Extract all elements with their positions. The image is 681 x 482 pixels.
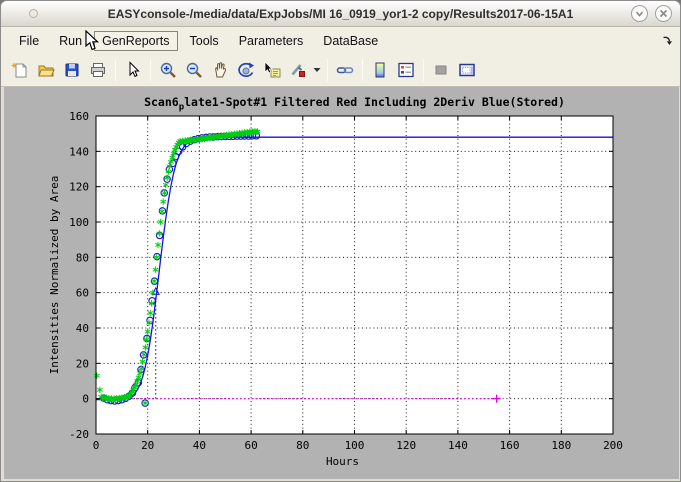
show-plot-tools-button[interactable]	[454, 57, 480, 83]
menu-item-file[interactable]: File	[11, 31, 47, 51]
svg-text:100: 100	[69, 216, 89, 229]
brush-data-button[interactable]	[285, 57, 311, 83]
insert-legend-icon	[397, 61, 415, 79]
print-button[interactable]	[85, 57, 111, 83]
svg-text:40: 40	[193, 439, 206, 452]
minimize-button[interactable]	[631, 5, 648, 22]
print-icon	[89, 61, 107, 79]
pan-button[interactable]	[207, 57, 233, 83]
rotate-3d-button[interactable]	[233, 57, 259, 83]
window-controls	[631, 5, 672, 22]
brush-data-icon	[289, 61, 307, 79]
brush-dropdown-button[interactable]	[311, 57, 323, 83]
menu-item-genreports[interactable]: GenReports	[94, 31, 177, 51]
hide-plot-tools-button[interactable]	[428, 57, 454, 83]
chevron-down-icon	[634, 8, 645, 19]
toolbar-separator	[150, 59, 151, 81]
svg-text:Hours: Hours	[326, 455, 359, 468]
pointer-icon	[124, 61, 142, 79]
menu-item-tools[interactable]: Tools	[182, 31, 227, 51]
menubar: File Run GenReports Tools Parameters Dat…	[1, 27, 680, 54]
data-cursor-button[interactable]	[259, 57, 285, 83]
svg-text:Intensities Normalized by Area: Intensities Normalized by Area	[48, 176, 61, 375]
insert-legend-button[interactable]	[393, 57, 419, 83]
menu-item-database[interactable]: DataBase	[315, 31, 386, 51]
svg-text:120: 120	[69, 181, 89, 194]
new-figure-button[interactable]	[7, 57, 33, 83]
svg-text:0: 0	[93, 439, 100, 452]
svg-text:80: 80	[76, 251, 89, 264]
window-icon	[29, 9, 38, 18]
app-window: EASYconsole-/media/data/ExpJobs/MI 16_09…	[0, 0, 681, 482]
svg-text:180: 180	[551, 439, 571, 452]
svg-text:160: 160	[500, 439, 520, 452]
plot-tools-off-icon	[432, 61, 450, 79]
toolbar-separator	[327, 59, 328, 81]
svg-text:80: 80	[296, 439, 309, 452]
close-icon	[658, 8, 669, 19]
pan-hand-icon	[211, 61, 229, 79]
link-plots-icon	[336, 61, 354, 79]
svg-text:40: 40	[76, 322, 89, 335]
dropdown-caret-icon	[313, 67, 321, 73]
svg-text:0: 0	[82, 393, 89, 406]
svg-text:140: 140	[448, 439, 468, 452]
window-title: EASYconsole-/media/data/ExpJobs/MI 16_09…	[1, 7, 680, 21]
mouse-cursor	[85, 30, 100, 52]
toolbar-separator	[115, 59, 116, 81]
menu-item-parameters[interactable]: Parameters	[231, 31, 312, 51]
zoom-in-button[interactable]	[155, 57, 181, 83]
svg-text:60: 60	[244, 439, 257, 452]
toolbar-separator	[423, 59, 424, 81]
open-file-button[interactable]	[33, 57, 59, 83]
svg-text:-20: -20	[69, 428, 89, 441]
figure-area: Scan6plate1-Spot#1 Filtered Red Includin…	[1, 87, 681, 482]
svg-text:100: 100	[345, 439, 365, 452]
svg-text:160: 160	[69, 110, 89, 123]
data-cursor-icon	[263, 61, 281, 79]
link-plots-button[interactable]	[332, 57, 358, 83]
svg-text:20: 20	[141, 439, 154, 452]
save-icon	[63, 61, 81, 79]
submenu-arrow-icon[interactable]	[661, 34, 673, 49]
zoom-out-button[interactable]	[181, 57, 207, 83]
new-figure-icon	[11, 61, 29, 79]
rotate-3d-icon	[237, 61, 255, 79]
open-folder-icon	[37, 61, 55, 79]
svg-text:200: 200	[603, 439, 623, 452]
plot-canvas[interactable]: 0 20 40 60 80 100 120 140 160 180 200 -20 0 20 40 60 80 1…	[1, 87, 681, 482]
toolbar-separator	[362, 59, 363, 81]
insert-colorbar-icon	[371, 61, 389, 79]
svg-text:20: 20	[76, 357, 89, 370]
close-button[interactable]	[655, 5, 672, 22]
svg-text:120: 120	[396, 439, 416, 452]
svg-text:60: 60	[76, 287, 89, 300]
plot-tools-dock-icon	[458, 61, 476, 79]
insert-colorbar-button[interactable]	[367, 57, 393, 83]
edit-pointer-button[interactable]	[120, 57, 146, 83]
toolbar	[1, 54, 680, 87]
zoom-out-icon	[185, 61, 203, 79]
svg-text:140: 140	[69, 145, 89, 158]
titlebar: EASYconsole-/media/data/ExpJobs/MI 16_09…	[1, 1, 680, 27]
save-button[interactable]	[59, 57, 85, 83]
zoom-in-icon	[159, 61, 177, 79]
